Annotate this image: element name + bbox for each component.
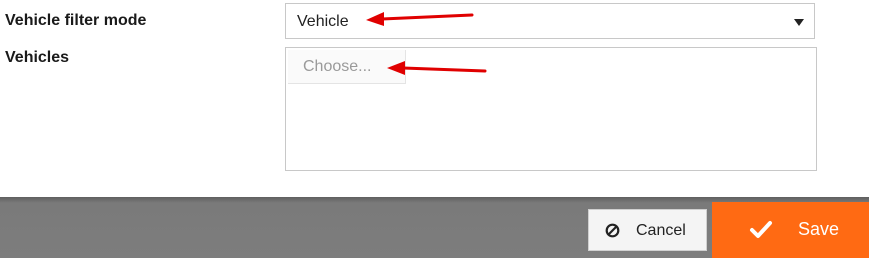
red-arrow-icon <box>366 12 474 26</box>
vehicle-filter-mode-label: Vehicle filter mode <box>5 12 147 29</box>
vehicle-filter-mode-value: Vehicle <box>297 13 349 30</box>
checkmark-icon <box>750 221 772 238</box>
caret-down-icon <box>794 19 804 26</box>
cancel-button-label: Cancel <box>636 222 686 239</box>
action-footer: Cancel Save <box>0 197 869 258</box>
save-button-label: Save <box>798 219 840 239</box>
cancel-button[interactable]: Cancel <box>588 209 707 251</box>
red-arrow-icon <box>387 61 487 75</box>
vehicles-multiselect[interactable] <box>285 47 817 171</box>
vehicles-label: Vehicles <box>5 49 70 66</box>
save-button[interactable]: Save <box>712 202 869 258</box>
form-panel: Vehicle filter mode Vehicle Vehicles <box>0 0 869 197</box>
cancel-circle-slash-icon <box>605 223 620 238</box>
